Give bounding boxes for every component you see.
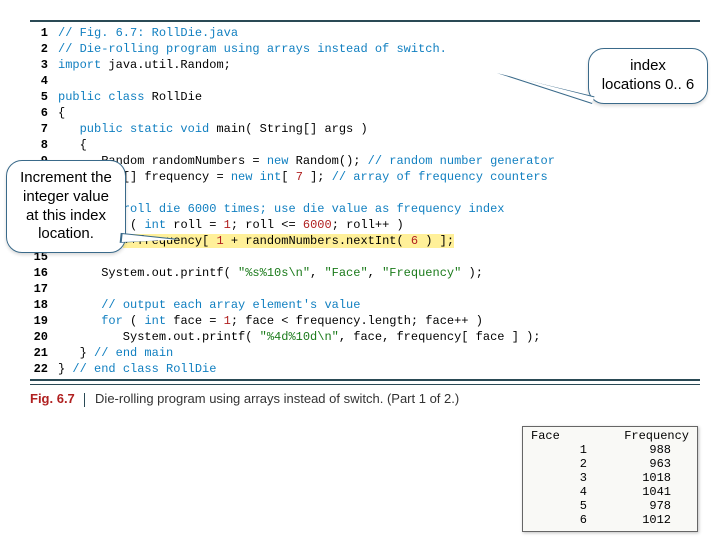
code-text: // Die-rolling program using arrays inst… xyxy=(58,41,447,57)
line-number: 4 xyxy=(30,73,58,89)
output-face: 2 xyxy=(531,457,587,471)
line-number: 19 xyxy=(30,313,58,329)
output-freq: 978 xyxy=(587,499,671,513)
output-col2-header: Frequency xyxy=(605,429,689,443)
code-text: // output each array element's value xyxy=(58,297,360,313)
figure-text: Die-rolling program using arrays instead… xyxy=(95,391,459,406)
output-row: 61012 xyxy=(531,513,689,527)
line-number: 17 xyxy=(30,281,58,297)
code-line: 9 Random randomNumbers = new Random(); /… xyxy=(30,153,700,169)
line-number: 5 xyxy=(30,89,58,105)
figure-label: Fig. 6.7 xyxy=(30,391,75,406)
callout-right-text: index locations 0.. 6 xyxy=(602,57,695,93)
code-line: 15 xyxy=(30,249,700,265)
code-line: 18 // output each array element's value xyxy=(30,297,700,313)
code-line: 17 xyxy=(30,281,700,297)
code-text: { xyxy=(58,137,87,153)
output-row: 41041 xyxy=(531,485,689,499)
code-text: int[] frequency = new int[ 7 ]; // array… xyxy=(58,169,548,185)
output-row: 2963 xyxy=(531,457,689,471)
code-line: 16 System.out.printf( "%s%10s\n", "Face"… xyxy=(30,265,700,281)
callout-increment: Increment the integer value at this inde… xyxy=(6,160,126,253)
code-line: 10 int[] frequency = new int[ 7 ]; // ar… xyxy=(30,169,700,185)
line-number: 20 xyxy=(30,329,58,345)
output-col1-header: Face xyxy=(531,429,587,443)
code-line: 7 public static void main( String[] args… xyxy=(30,121,700,137)
code-line: 13 for ( int roll = 1; roll <= 6000; rol… xyxy=(30,217,700,233)
callout-index-locations: index locations 0.. 6 xyxy=(588,48,708,104)
output-face: 1 xyxy=(531,443,587,457)
rule-top xyxy=(30,20,700,22)
line-number: 21 xyxy=(30,345,58,361)
code-line: 1// Fig. 6.7: RollDie.java xyxy=(30,25,700,41)
code-line: 19 for ( int face = 1; face < frequency.… xyxy=(30,313,700,329)
output-freq: 1018 xyxy=(587,471,671,485)
output-rows: 198829633101841041597861012 xyxy=(531,443,689,527)
code-text: import java.util.Random; xyxy=(58,57,231,73)
output-face: 3 xyxy=(531,471,587,485)
output-face: 4 xyxy=(531,485,587,499)
callout-left-text: Increment the integer value at this inde… xyxy=(20,169,112,242)
line-number: 1 xyxy=(30,25,58,41)
line-number: 22 xyxy=(30,361,58,377)
program-output: Face Frequency 1988296331018410415978610… xyxy=(522,426,698,532)
line-number: 16 xyxy=(30,265,58,281)
line-number: 3 xyxy=(30,57,58,73)
caption-bar xyxy=(84,393,85,407)
code-text: // Fig. 6.7: RollDie.java xyxy=(58,25,238,41)
code-text: System.out.printf( "%s%10s\n", "Face", "… xyxy=(58,265,483,281)
code-text: for ( int face = 1; face < frequency.len… xyxy=(58,313,483,329)
line-number: 7 xyxy=(30,121,58,137)
line-number: 18 xyxy=(30,297,58,313)
output-header: Face Frequency xyxy=(531,429,689,443)
output-row: 31018 xyxy=(531,471,689,485)
code-line: 12 // roll die 6000 times; use die value… xyxy=(30,201,700,217)
code-text: } // end main xyxy=(58,345,173,361)
code-line: 21 } // end main xyxy=(30,345,700,361)
output-face: 5 xyxy=(531,499,587,513)
output-freq: 963 xyxy=(587,457,671,471)
output-freq: 988 xyxy=(587,443,671,457)
code-text: public class RollDie xyxy=(58,89,202,105)
code-line: 6{ xyxy=(30,105,700,121)
figure-caption: Fig. 6.7 Die-rolling program using array… xyxy=(30,385,700,407)
code-text: Random randomNumbers = new Random(); // … xyxy=(58,153,555,169)
output-row: 1988 xyxy=(531,443,689,457)
code-text: public static void main( String[] args ) xyxy=(58,121,368,137)
code-line: 22} // end class RollDie xyxy=(30,361,700,377)
code-line: 8 { xyxy=(30,137,700,153)
output-row: 5978 xyxy=(531,499,689,513)
output-freq: 1012 xyxy=(587,513,671,527)
code-line: 11 xyxy=(30,185,700,201)
code-text: System.out.printf( "%4d%10d\n", face, fr… xyxy=(58,329,541,345)
line-number: 8 xyxy=(30,137,58,153)
code-text: } // end class RollDie xyxy=(58,361,216,377)
code-line: 20 System.out.printf( "%4d%10d\n", face,… xyxy=(30,329,700,345)
line-number: 2 xyxy=(30,41,58,57)
rule-mid1 xyxy=(30,379,700,381)
output-freq: 1041 xyxy=(587,485,671,499)
code-text: { xyxy=(58,105,65,121)
line-number: 6 xyxy=(30,105,58,121)
output-face: 6 xyxy=(531,513,587,527)
